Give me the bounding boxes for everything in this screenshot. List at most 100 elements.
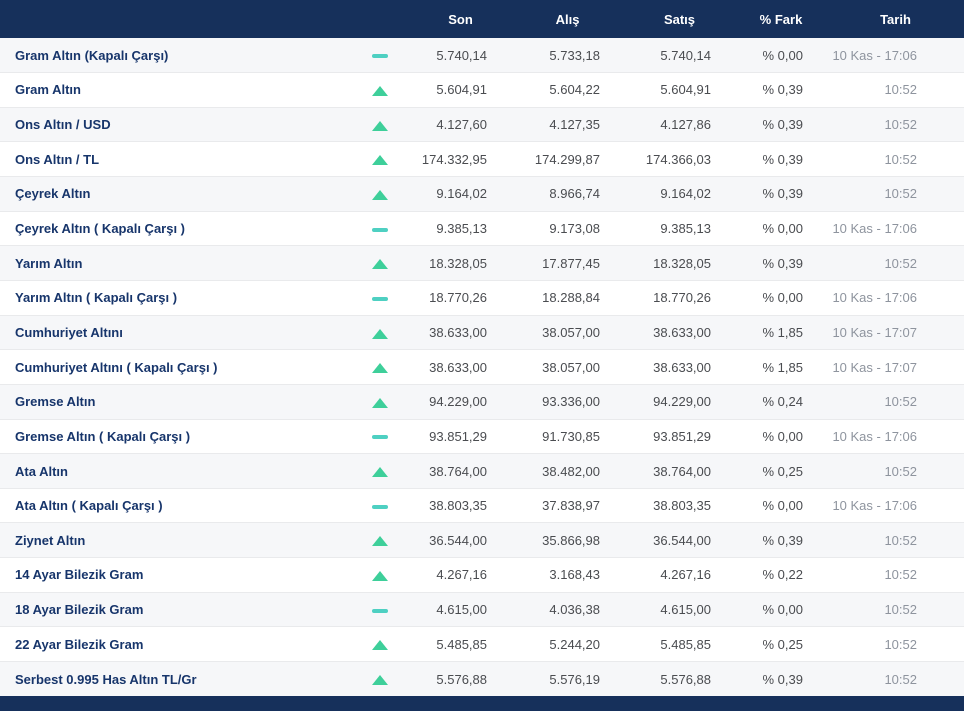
sell-price: 5.485,85 [660,636,711,652]
trend-cell [350,177,410,212]
buy-price: 5.733,18 [549,47,600,63]
header-alis: Alış [555,11,580,27]
update-time: 10:52 [884,463,917,479]
buy-price: 37.838,97 [542,498,600,514]
trend-up-icon [372,675,388,686]
sell-price: 5.604,91 [660,82,711,98]
last-price: 4.127,60 [436,117,487,133]
buy-price: 93.336,00 [542,394,600,410]
trend-cell [350,384,410,419]
instrument-name[interactable]: Yarım Altın ( Kapalı Çarşı ) [0,280,350,315]
last-price: 94.229,00 [429,394,487,410]
instrument-name[interactable]: Ziynet Altın [0,523,350,558]
change-percent: % 1,85 [762,359,803,375]
trend-cell [350,488,410,523]
instrument-name[interactable]: Yarım Altın [0,246,350,281]
last-price: 5.485,85 [436,636,487,652]
trend-up-icon [372,259,388,270]
instrument-name[interactable]: Gram Altın (Kapalı Çarşı) [0,38,350,73]
instrument-name[interactable]: Serbest 0.995 Has Altın TL/Gr [0,662,350,697]
trend-cell [350,558,410,593]
table-row[interactable]: Gram Altın 5.604,91 5.604,22 5.604,91 % … [0,72,964,108]
gold-prices-page: Son Alış Satış % Fark Tarih Gram Altın (… [0,0,964,711]
trend-up-icon [372,120,388,131]
trend-cell [350,246,410,281]
header-son: Son [448,11,473,27]
last-price: 5.604,91 [436,82,487,98]
instrument-name[interactable]: Ata Altın ( Kapalı Çarşı ) [0,488,350,523]
header-tarih: Tarih [880,11,911,27]
instrument-name[interactable]: 22 Ayar Bilezik Gram [0,627,350,662]
change-percent: % 0,39 [762,186,803,202]
trend-cell [350,662,410,697]
table-row[interactable]: 22 Ayar Bilezik Gram 5.485,85 5.244,20 5… [0,626,964,662]
instrument-name[interactable]: Cumhuriyet Altını ( Kapalı Çarşı ) [0,350,350,385]
table-row[interactable]: Ata Altın 38.764,00 38.482,00 38.764,00 … [0,453,964,489]
trend-up-icon [372,640,388,651]
header-trend [350,0,410,38]
instrument-name[interactable]: Ons Altın / USD [0,107,350,142]
table-row[interactable]: Cumhuriyet Altını 38.633,00 38.057,00 38… [0,315,964,350]
sell-price: 4.127,86 [660,117,711,133]
change-percent: % 0,39 [762,532,803,548]
table-row[interactable]: Ata Altın ( Kapalı Çarşı ) 38.803,35 37.… [0,488,964,523]
trend-cell [350,627,410,662]
table-row[interactable]: Gram Altın (Kapalı Çarşı) 5.740,14 5.733… [0,38,964,73]
sell-price: 5.576,88 [660,671,711,687]
trend-up-icon [372,536,388,547]
buy-price: 38.057,00 [542,359,600,375]
update-time: 10 Kas - 17:07 [832,359,917,375]
instrument-name[interactable]: Cumhuriyet Altını [0,315,350,350]
trend-up-icon [372,328,388,339]
table-row[interactable]: 14 Ayar Bilezik Gram 4.267,16 3.168,43 4… [0,557,964,593]
change-percent: % 0,39 [762,671,803,687]
table-row[interactable]: 18 Ayar Bilezik Gram 4.615,00 4.036,38 4… [0,592,964,627]
table-row[interactable]: Ons Altın / TL 174.332,95 174.299,87 174… [0,141,964,177]
last-price: 4.267,16 [436,567,487,583]
update-time: 10:52 [884,394,917,410]
table-row[interactable]: Gremse Altın 94.229,00 93.336,00 94.229,… [0,384,964,420]
instrument-name[interactable]: Ata Altın [0,454,350,489]
instrument-name[interactable]: Ons Altın / TL [0,142,350,177]
table-row[interactable]: Ons Altın / USD 4.127,60 4.127,35 4.127,… [0,107,964,142]
buy-price: 17.877,45 [542,255,600,271]
instrument-name[interactable]: 18 Ayar Bilezik Gram [0,592,350,627]
table-row[interactable]: Ziynet Altın 36.544,00 35.866,98 36.544,… [0,522,964,558]
change-percent: % 0,39 [762,255,803,271]
footer-bar [0,696,964,711]
update-time: 10 Kas - 17:07 [832,324,917,340]
sell-price: 94.229,00 [653,394,711,410]
buy-price: 5.244,20 [549,636,600,652]
trend-up-icon [372,467,388,478]
trend-flat-icon [372,54,388,59]
instrument-name[interactable]: 14 Ayar Bilezik Gram [0,558,350,593]
sell-price: 174.366,03 [645,151,711,167]
update-time: 10:52 [884,151,917,167]
table-row[interactable]: Serbest 0.995 Has Altın TL/Gr 5.576,88 5… [0,661,964,697]
sell-price: 4.615,00 [660,602,711,618]
buy-price: 4.127,35 [549,117,600,133]
update-time: 10:52 [884,117,917,133]
instrument-name[interactable]: Çeyrek Altın [0,177,350,212]
sell-price: 5.740,14 [660,47,711,63]
instrument-name[interactable]: Gremse Altın ( Kapalı Çarşı ) [0,419,350,454]
table-row[interactable]: Cumhuriyet Altını ( Kapalı Çarşı ) 38.63… [0,349,964,385]
sell-price: 4.267,16 [660,567,711,583]
table-row[interactable]: Yarım Altın 18.328,05 17.877,45 18.328,0… [0,245,964,281]
instrument-name[interactable]: Gremse Altın [0,384,350,419]
table-row[interactable]: Çeyrek Altın ( Kapalı Çarşı ) 9.385,13 9… [0,211,964,246]
header-row: Son Alış Satış % Fark Tarih [0,0,964,38]
update-time: 10:52 [884,186,917,202]
instrument-name[interactable]: Gram Altın [0,73,350,108]
trend-cell [350,280,410,315]
table-row[interactable]: Gremse Altın ( Kapalı Çarşı ) 93.851,29 … [0,419,964,454]
buy-price: 5.604,22 [549,82,600,98]
table-row[interactable]: Çeyrek Altın 9.164,02 8.966,74 9.164,02 … [0,176,964,212]
table-row[interactable]: Yarım Altın ( Kapalı Çarşı ) 18.770,26 1… [0,280,964,316]
change-percent: % 0,00 [762,498,803,514]
trend-cell [350,142,410,177]
change-percent: % 0,25 [762,636,803,652]
last-price: 38.764,00 [429,463,487,479]
trend-cell [350,107,410,142]
instrument-name[interactable]: Çeyrek Altın ( Kapalı Çarşı ) [0,211,350,246]
